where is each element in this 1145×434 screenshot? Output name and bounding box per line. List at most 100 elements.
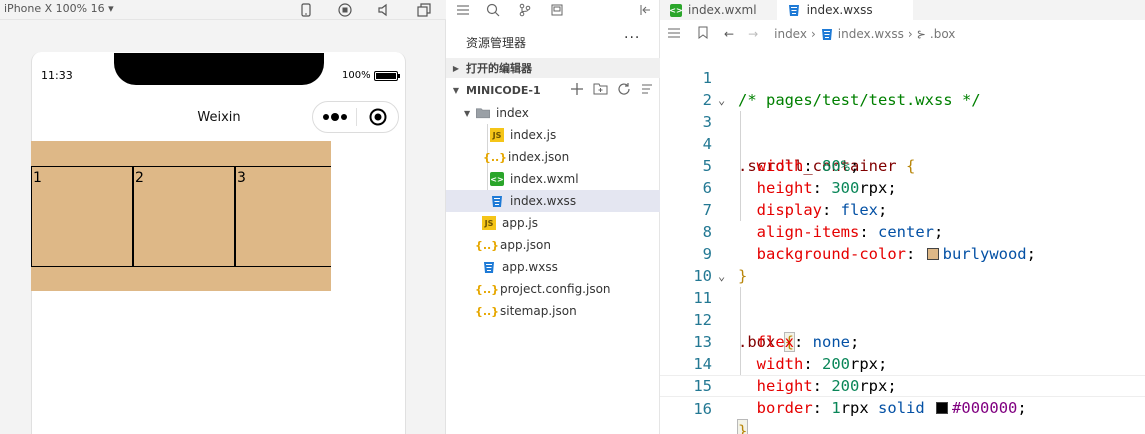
- code-line: 9 }: [660, 221, 1145, 285]
- window-icon[interactable]: [415, 1, 433, 19]
- new-folder-icon[interactable]: [593, 82, 608, 98]
- more-actions-icon[interactable]: ···: [624, 30, 640, 46]
- symbol-class-icon: ⊱: [916, 27, 926, 41]
- breadcrumb: ← → index › index.wxss › ⊱ .box: [660, 24, 1145, 44]
- tree-item-app-json[interactable]: {..} app.json: [446, 234, 660, 256]
- wxml-file-icon: <>: [669, 3, 683, 17]
- scroll-container[interactable]: 1 2 3: [31, 141, 331, 291]
- breadcrumb-symbol[interactable]: .box: [930, 27, 956, 41]
- tree-item-label: sitemap.json: [500, 304, 577, 318]
- tree-item-label: app.json: [500, 238, 551, 252]
- phone-icon[interactable]: [297, 1, 315, 19]
- code-line: 7 align-items: center;: [660, 177, 1145, 241]
- new-file-icon[interactable]: [570, 82, 584, 99]
- fold-chevron-icon[interactable]: ⌄: [718, 89, 725, 111]
- code-text: border: 1rpx solid #000000;: [756, 399, 1027, 417]
- debug-icon[interactable]: [548, 1, 566, 19]
- bookmark-icon[interactable]: [698, 26, 708, 42]
- tree-item-app-wxss[interactable]: app.wxss: [446, 256, 660, 278]
- phone-notch: [114, 53, 324, 85]
- project-section[interactable]: ▼ MINICODE-1: [446, 80, 660, 100]
- tree-item-sitemap[interactable]: {..} sitemap.json: [446, 300, 660, 322]
- section-label: 打开的编辑器: [466, 62, 532, 75]
- outline-icon[interactable]: [668, 27, 680, 41]
- back-arrow-icon[interactable]: ←: [724, 27, 734, 41]
- devtools-window: iPhone X 100% 16 ▾ 11:33 100% Weixin 1 2…: [0, 0, 1145, 434]
- status-battery: 100%: [342, 70, 400, 81]
- wxss-file-icon: [787, 3, 801, 17]
- box-2: 2: [133, 165, 235, 267]
- capsule-close-icon[interactable]: [357, 102, 398, 132]
- tab-label: index.wxml: [688, 3, 757, 17]
- tree-item-label: app.js: [502, 216, 538, 230]
- code-line: 11 ⌄ .box {: [660, 265, 1145, 352]
- explorer-title: 资源管理器: [466, 36, 527, 50]
- tree-item-index-wxml[interactable]: <> index.wxml: [446, 168, 660, 190]
- activity-bar: [446, 0, 660, 20]
- folder-icon: [476, 106, 490, 120]
- code-text: }: [736, 419, 749, 434]
- forward-arrow-icon[interactable]: →: [748, 27, 758, 41]
- tab-label: index.wxss: [806, 3, 873, 17]
- more-dots-icon[interactable]: [313, 102, 356, 132]
- js-file-icon: JS: [490, 128, 504, 142]
- chevron-right-icon: ›: [810, 27, 816, 41]
- line-number: 16: [693, 400, 712, 418]
- code-line: 10: [660, 243, 1145, 285]
- device-select[interactable]: iPhone X 100% 16 ▾: [4, 2, 114, 15]
- editor-tabbar: <> index.wxml index.wxss: [660, 0, 1145, 20]
- code-line-current: 16 }: [660, 375, 1145, 434]
- source-control-icon[interactable]: [516, 1, 534, 19]
- tree-item-index-js[interactable]: JS index.js: [446, 124, 660, 146]
- battery-icon: [373, 70, 400, 81]
- code-line: 14 height: 200rpx;: [660, 331, 1145, 395]
- code-line: 3 ⌄ .scroll_container {: [660, 89, 1145, 175]
- battery-percent: 100%: [342, 70, 371, 81]
- wxss-file-icon: [490, 194, 504, 208]
- nav-title: Weixin: [197, 110, 241, 125]
- code-line: 15 border: 1rpx solid #000000;: [660, 353, 1145, 417]
- color-swatch[interactable]: [936, 402, 949, 414]
- tab-index-wxml[interactable]: <> index.wxml: [660, 0, 769, 20]
- tree-item-project-config[interactable]: {..} project.config.json: [446, 278, 660, 300]
- code-line: 8 background-color: burlywood;: [660, 199, 1145, 263]
- box-label: 1: [33, 169, 42, 186]
- open-editors-section[interactable]: ▶ 打开的编辑器: [446, 58, 660, 78]
- simulator-pane: iPhone X 100% 16 ▾ 11:33 100% Weixin 1 2…: [0, 0, 446, 434]
- tree-folder-index[interactable]: ▼ index: [446, 102, 660, 124]
- chevron-right-icon: ›: [907, 27, 913, 41]
- breadcrumb-folder[interactable]: index: [774, 27, 807, 41]
- tree-item-label: app.wxss: [502, 260, 558, 274]
- fold-chevron-icon[interactable]: ⌄: [718, 265, 725, 287]
- tree-item-label: index.wxml: [510, 172, 579, 186]
- js-file-icon: JS: [482, 216, 496, 230]
- box-1: 1: [31, 165, 133, 267]
- code-line: 4 width: 80%;: [660, 111, 1145, 175]
- tree-item-app-js[interactable]: JS app.js: [446, 212, 660, 234]
- box-3: 3: [235, 165, 331, 267]
- tree-item-label: index.wxss: [510, 194, 577, 208]
- search-icon[interactable]: [484, 1, 502, 19]
- collapse-all-icon[interactable]: [640, 82, 654, 99]
- simulator-toolbar: iPhone X 100% 16 ▾: [0, 0, 446, 20]
- list-icon[interactable]: [454, 1, 472, 19]
- json-file-icon: {..}: [474, 238, 500, 252]
- json-file-icon: {..}: [482, 150, 508, 164]
- sound-icon[interactable]: [375, 1, 393, 19]
- json-file-icon: {..}: [474, 304, 500, 318]
- box-label: 3: [237, 169, 246, 186]
- collapse-panel-icon[interactable]: [636, 1, 654, 19]
- section-label: MINICODE-1: [466, 83, 541, 97]
- wxss-file-icon: [482, 260, 496, 274]
- chevron-down-icon: ▼: [452, 85, 460, 95]
- tab-index-wxss[interactable]: index.wxss: [776, 0, 913, 20]
- refresh-icon[interactable]: [617, 82, 631, 99]
- breadcrumb-file[interactable]: index.wxss: [838, 27, 904, 41]
- code-editor[interactable]: 1 /* pages/test/test.wxss */ 2 3 ⌄ .scro…: [660, 45, 1145, 434]
- code-line: 1 /* pages/test/test.wxss */: [660, 45, 1145, 109]
- tree-item-label: index.json: [508, 150, 570, 164]
- record-icon[interactable]: [336, 1, 354, 19]
- tree-item-index-json[interactable]: {..} index.json: [446, 146, 660, 168]
- tree-item-index-wxss[interactable]: index.wxss: [446, 190, 660, 212]
- code-line: 6 display: flex;: [660, 155, 1145, 219]
